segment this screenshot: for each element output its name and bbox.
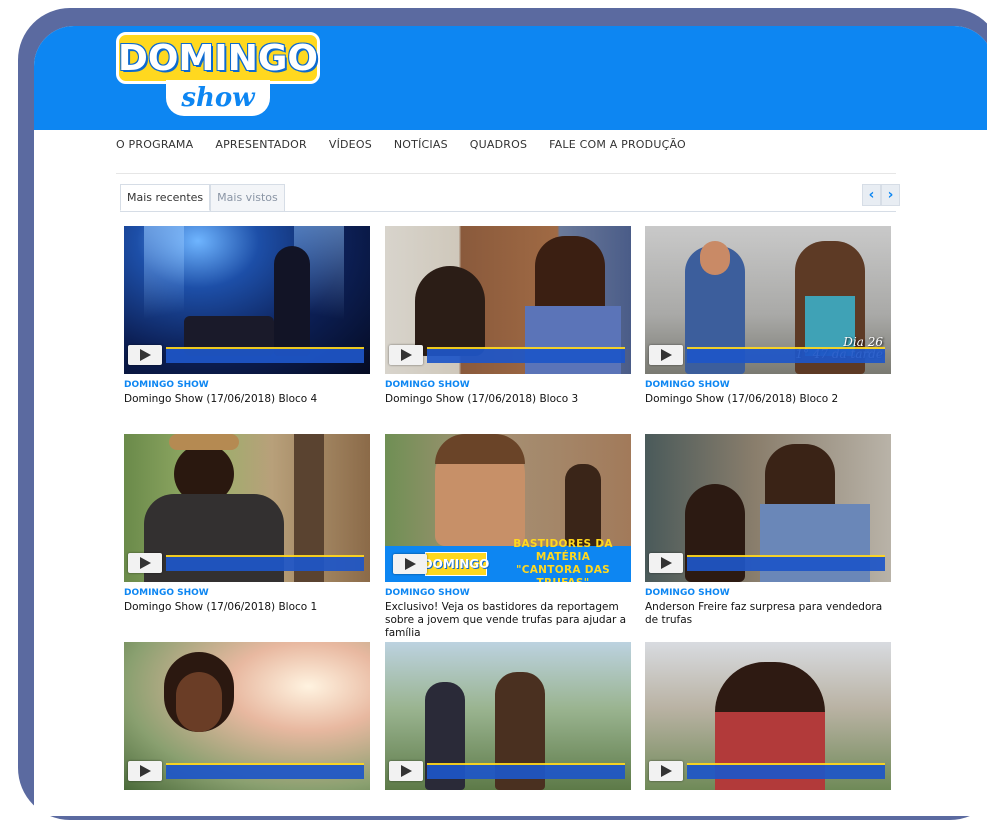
banner-logo: DOMINGO [423,552,489,576]
video-title[interactable]: Domingo Show (17/06/2018) Bloco 1 [124,601,370,614]
nav-item-quadros[interactable]: QUADROS [470,138,527,158]
site-header: DOMINGO show [34,26,987,130]
caption-strip [687,347,885,363]
video-caption-bar [385,344,625,366]
logo-main-box: DOMINGO [116,32,320,84]
video-card[interactable] [645,642,891,790]
logo-sub-text: show [181,83,255,113]
nav-item-o-programa[interactable]: O PROGRAMA [116,138,193,158]
video-card[interactable]: DOMINGO BASTIDORES DA MATÉRIA "CANTORA D… [385,434,631,640]
tab-mais-recentes[interactable]: Mais recentes [120,184,211,211]
banner-text: BASTIDORES DA MATÉRIA "CANTORA DAS TRUFA… [495,538,631,582]
caption-strip [166,555,364,571]
play-icon[interactable] [649,553,683,573]
video-thumbnail[interactable]: DOMINGO BASTIDORES DA MATÉRIA "CANTORA D… [385,434,631,582]
chevron-left-icon[interactable]: ‹ [862,184,881,206]
logo-main-text: DOMINGO [118,37,318,79]
domingo-show-logo[interactable]: DOMINGO show [116,32,326,120]
tabs-divider [120,211,896,212]
browser-screen: DOMINGO show O PROGRAMA APRESENTADOR VÍD… [34,26,987,816]
play-icon[interactable] [128,553,162,573]
video-card[interactable]: DOMINGO SHOW Domingo Show (17/06/2018) B… [385,226,631,406]
video-thumbnail[interactable]: Dia 26 1° 47 da tarde [645,226,891,374]
nav-item-videos[interactable]: VÍDEOS [329,138,372,158]
video-thumbnail[interactable] [124,642,370,790]
video-caption-bar [124,344,364,366]
play-icon[interactable] [649,345,683,365]
video-category[interactable]: DOMINGO SHOW [385,380,631,390]
video-category[interactable]: DOMINGO SHOW [124,380,370,390]
play-icon[interactable] [128,345,162,365]
logo-sub-box: show [166,80,270,116]
chevron-right-icon[interactable]: › [881,184,900,206]
video-title[interactable]: Domingo Show (17/06/2018) Bloco 2 [645,393,891,406]
video-caption-bar [385,760,625,782]
video-tabs: Mais recentes Mais vistos [120,184,285,211]
caption-strip [166,763,364,779]
video-thumbnail[interactable] [645,434,891,582]
video-caption-bar [124,760,364,782]
play-icon[interactable] [389,761,423,781]
main-nav: O PROGRAMA APRESENTADOR VÍDEOS NOTÍCIAS … [116,138,686,158]
video-title[interactable]: Exclusivo! Veja os bastidores da reporta… [385,601,631,640]
play-icon[interactable] [393,554,427,574]
banner-line-2: "CANTORA DAS TRUFAS" [515,564,611,582]
video-thumbnail[interactable] [124,434,370,582]
tab-mais-vistos[interactable]: Mais vistos [210,184,285,211]
video-thumbnail[interactable] [385,226,631,374]
nav-item-apresentador[interactable]: APRESENTADOR [215,138,306,158]
caption-strip [427,347,625,363]
video-card[interactable] [124,642,370,790]
video-card[interactable]: DOMINGO SHOW Domingo Show (17/06/2018) B… [124,226,370,406]
video-thumbnail[interactable] [124,226,370,374]
nav-item-fale-com-a-producao[interactable]: FALE COM A PRODUÇÃO [549,138,686,158]
video-play-overlay [389,554,427,574]
video-card[interactable] [385,642,631,790]
video-caption-bar [645,344,885,366]
video-category[interactable]: DOMINGO SHOW [124,588,370,598]
video-category[interactable]: DOMINGO SHOW [645,380,891,390]
video-card[interactable]: Dia 26 1° 47 da tarde DOMINGO SHOW Domin… [645,226,891,406]
nav-divider [116,173,896,174]
video-card[interactable]: DOMINGO SHOW Domingo Show (17/06/2018) B… [124,434,370,614]
play-icon[interactable] [389,345,423,365]
caption-strip [687,763,885,779]
banner-line-1: BASTIDORES DA MATÉRIA [513,538,613,563]
caption-strip [166,347,364,363]
video-category[interactable]: DOMINGO SHOW [385,588,631,598]
video-thumbnail[interactable] [645,642,891,790]
nav-item-noticias[interactable]: NOTÍCIAS [394,138,448,158]
video-title[interactable]: Domingo Show (17/06/2018) Bloco 4 [124,393,370,406]
caption-strip [427,763,625,779]
video-caption-bar [124,552,364,574]
play-icon[interactable] [649,761,683,781]
video-card[interactable]: DOMINGO SHOW Anderson Freire faz surpres… [645,434,891,627]
video-thumbnail[interactable] [385,642,631,790]
video-caption-bar [645,760,885,782]
caption-strip [687,555,885,571]
play-icon[interactable] [128,761,162,781]
video-category[interactable]: DOMINGO SHOW [645,588,891,598]
video-title[interactable]: Anderson Freire faz surpresa para vended… [645,601,891,627]
carousel-pager: ‹ › [862,184,900,206]
video-caption-bar [645,552,885,574]
video-title[interactable]: Domingo Show (17/06/2018) Bloco 3 [385,393,631,406]
